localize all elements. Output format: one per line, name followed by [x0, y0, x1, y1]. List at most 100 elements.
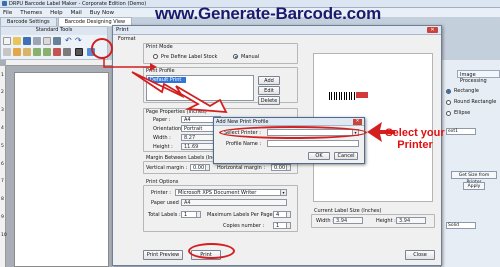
print-preview-button[interactable]: Print Preview [143, 250, 183, 260]
paste-icon[interactable] [23, 48, 31, 56]
paper-used-label: Paper used : [151, 200, 183, 206]
page-width-label: Width : [153, 135, 171, 141]
left-ruler: 1 2 3 4 5 6 7 8 9 10 [0, 66, 7, 267]
edit-profile-button[interactable]: Edit [258, 86, 280, 95]
label-width-field[interactable]: 3.94 [333, 217, 363, 224]
cut-icon[interactable] [13, 48, 21, 56]
label-preview-mark [356, 92, 368, 98]
save-icon[interactable] [23, 37, 31, 45]
open-folder-icon[interactable] [13, 37, 21, 45]
copies-number-field[interactable]: 1 [273, 222, 291, 229]
close-icon[interactable]: ✕ [353, 118, 362, 125]
print-dialog-title: Print [116, 27, 129, 33]
new-file-icon[interactable] [3, 37, 11, 45]
ruler-number: 8 [1, 197, 4, 202]
list-item[interactable]: Default Print Profile [148, 77, 186, 89]
settings-icon[interactable] [63, 48, 71, 56]
label-canvas[interactable] [14, 72, 109, 267]
spinner-icon[interactable] [196, 212, 200, 217]
horizontal-margin-label: Horizontal margin : [217, 165, 266, 171]
page-setup-icon[interactable] [43, 37, 51, 45]
radio-icon [446, 88, 451, 94]
redo-icon[interactable]: ↷ [75, 37, 83, 45]
add-profile-title: Add New Print Profile [216, 118, 269, 125]
shape-rectangle-option[interactable]: Rectangle [446, 88, 479, 94]
apply-button[interactable]: Apply [463, 182, 485, 190]
page-properties-label: Page Properties (Inches) [146, 109, 207, 115]
get-size-from-printer-button[interactable]: Get Size from Printer [451, 171, 497, 185]
paper-used-field[interactable]: A4 [181, 199, 287, 206]
menu-file[interactable]: File [3, 10, 12, 16]
vertical-margin-value: 0.00 [193, 165, 205, 171]
copies-number-value: 1 [276, 223, 280, 229]
cancel-button[interactable]: Cancel [334, 152, 358, 160]
top-ruler [6, 60, 112, 66]
ruler-number: 10 [1, 233, 7, 238]
add-profile-button[interactable]: Add [258, 76, 280, 85]
radio-pre-define-label-stock[interactable] [153, 54, 158, 59]
undo-icon[interactable]: ↶ [65, 37, 73, 45]
menu-themes[interactable]: Themes [20, 10, 42, 16]
fill-style-field[interactable]: Solid [446, 222, 476, 229]
menu-buy-now[interactable]: Buy Now [90, 10, 114, 16]
toolbar-label: Standard Tools [1, 27, 107, 35]
shape-ellipse-option[interactable]: Ellipse [446, 110, 470, 116]
radio-icon [446, 99, 451, 105]
highlight-select-printer [219, 126, 367, 139]
paper-label: Paper : [153, 117, 171, 123]
vertical-margin-label: Vertical margin : [146, 165, 188, 171]
ruler-number: 1 [1, 73, 4, 78]
ruler-number: 9 [1, 215, 4, 220]
profile-name-field[interactable] [267, 140, 359, 147]
menu-mail[interactable]: Mail [71, 10, 82, 16]
option-label: Round Rectangle [454, 99, 497, 105]
add-print-profile-dialog: Add New Print Profile ✕ Select Printer :… [213, 117, 365, 164]
delete-profile-button[interactable]: Delete [258, 96, 280, 105]
app-logo-icon [2, 1, 7, 6]
save-as-icon[interactable] [33, 37, 41, 45]
tab-image-processing[interactable]: Image Processing [457, 70, 500, 84]
spinner-icon[interactable] [205, 165, 209, 170]
highlight-print-button [188, 243, 235, 259]
vertical-margin-field[interactable]: 0.00 [190, 164, 210, 171]
zoom-out-icon[interactable] [43, 48, 51, 56]
total-labels-label: Total Labels : [148, 212, 181, 218]
printer-combo[interactable]: Microsoft XPS Document Writer ▾ [175, 189, 287, 196]
page-height-label: Height : [153, 144, 173, 150]
profile-name-label: Profile Name : [226, 141, 262, 147]
close-button[interactable]: Close [405, 250, 435, 260]
orientation-value: Portrait [184, 126, 203, 132]
ruler-number: 3 [1, 108, 4, 113]
callout-select-printer: Select your Printer [385, 127, 445, 151]
printer-value: Microsoft XPS Document Writer [178, 190, 257, 196]
total-labels-field[interactable]: 1 [181, 211, 201, 218]
chevron-down-icon: ▾ [280, 190, 286, 195]
tab-barcode-settings[interactable]: Barcode Settings [0, 17, 57, 26]
max-labels-field[interactable]: 4 [273, 211, 291, 218]
app-title: DRPU Barcode Label Maker - Corporate Edi… [9, 0, 147, 7]
print-mode-label: Print Mode [146, 44, 173, 50]
radio-manual[interactable] [233, 54, 238, 59]
print-profile-list[interactable]: Default Print Profile [146, 75, 254, 101]
shape-round-rectangle-option[interactable]: Round Rectangle [446, 99, 496, 105]
export-icon[interactable] [53, 37, 61, 45]
delete-icon[interactable] [53, 48, 61, 56]
close-icon[interactable]: ✕ [427, 27, 438, 33]
spinner-icon[interactable] [286, 212, 290, 217]
copy-icon[interactable] [3, 48, 11, 56]
option-label: Rectangle [454, 88, 479, 94]
option-label: Ellipse [454, 110, 471, 116]
print-icon[interactable] [75, 48, 83, 56]
zoom-in-icon[interactable] [33, 48, 41, 56]
horizontal-margin-field[interactable]: 0.00 [271, 164, 291, 171]
menu-help[interactable]: Help [50, 10, 63, 16]
spinner-icon[interactable] [286, 223, 290, 228]
horizontal-margin-value: 0.00 [274, 165, 286, 171]
highlight-print-tool [91, 38, 113, 59]
ok-button[interactable]: OK [308, 152, 330, 160]
label-height-field[interactable]: 3.94 [396, 217, 426, 224]
text-field[interactable]: ext1 [446, 128, 476, 135]
barcode-preview [329, 92, 356, 100]
add-profile-title-bar: Add New Print Profile ✕ [214, 118, 364, 126]
spinner-icon[interactable] [286, 165, 290, 170]
